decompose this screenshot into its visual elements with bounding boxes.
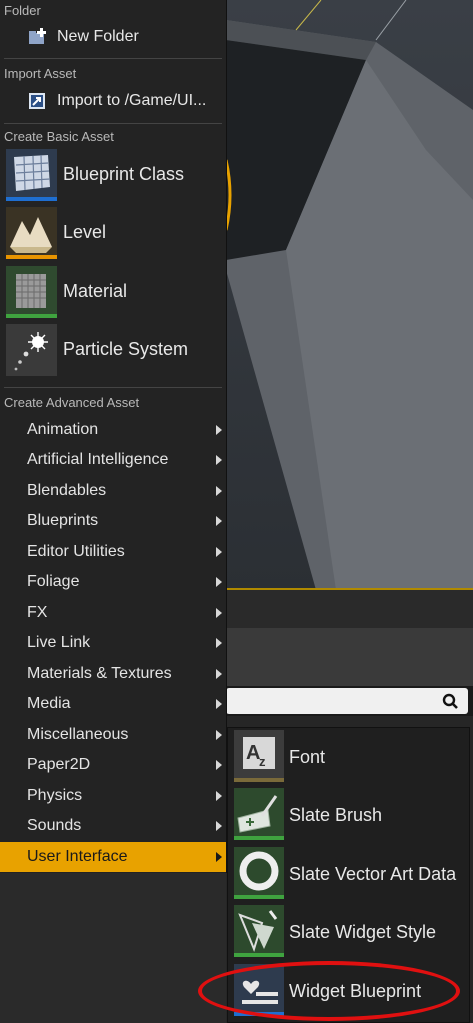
chevron-right-icon xyxy=(216,547,222,557)
submenu-label: User Interface xyxy=(27,848,128,865)
chevron-right-icon xyxy=(216,699,222,709)
level-item[interactable]: Level xyxy=(0,206,226,262)
svg-text:z: z xyxy=(259,754,266,769)
submenu-label: Blendables xyxy=(27,482,107,499)
slate-brush-icon xyxy=(234,788,284,840)
section-header-import: Import Asset xyxy=(4,66,77,81)
import-icon xyxy=(29,93,45,109)
submenu-fx[interactable]: FX xyxy=(0,598,226,628)
font-item[interactable]: A z Font xyxy=(228,728,469,786)
new-folder-label: New Folder xyxy=(57,28,139,45)
particle-system-icon xyxy=(6,324,57,376)
divider xyxy=(4,123,222,124)
add-new-context-menu: Folder New Folder Import Asset Import to… xyxy=(0,0,227,873)
submenu-blendables[interactable]: Blendables xyxy=(0,476,226,506)
chevron-right-icon xyxy=(216,608,222,618)
material-item[interactable]: Material xyxy=(0,265,226,321)
slate-brush-label: Slate Brush xyxy=(289,805,383,825)
slate-vector-art-data-item[interactable]: Slate Vector Art Data xyxy=(228,845,469,903)
submenu-blueprints[interactable]: Blueprints xyxy=(0,506,226,536)
submenu-label: Foliage xyxy=(27,573,80,590)
chevron-right-icon xyxy=(216,852,222,862)
slate-widget-style-label: Slate Widget Style xyxy=(289,922,437,942)
submenu-foliage[interactable]: Foliage xyxy=(0,567,226,597)
slate-vector-art-icon xyxy=(234,847,284,899)
submenu-label: Editor Utilities xyxy=(27,543,125,560)
level-viewport[interactable] xyxy=(226,0,473,590)
chevron-right-icon xyxy=(216,730,222,740)
submenu-label: Physics xyxy=(27,787,83,804)
level-icon xyxy=(6,207,57,259)
content-search-bar xyxy=(226,686,473,716)
submenu-media[interactable]: Media xyxy=(0,689,226,719)
divider xyxy=(4,387,222,388)
blueprint-class-item[interactable]: Blueprint Class xyxy=(0,148,226,204)
new-folder-item[interactable]: New Folder xyxy=(0,24,226,50)
chevron-right-icon xyxy=(216,425,222,435)
font-icon: A z xyxy=(234,730,284,782)
material-label: Material xyxy=(63,281,128,301)
chevron-right-icon xyxy=(216,486,222,496)
blueprint-class-icon xyxy=(6,149,57,201)
chevron-right-icon xyxy=(216,791,222,801)
submenu-label: Miscellaneous xyxy=(27,726,129,743)
submenu-label: Media xyxy=(27,695,71,712)
submenu-label: Artificial Intelligence xyxy=(27,451,169,468)
particle-system-item[interactable]: Particle System xyxy=(0,323,226,379)
submenu-label: Paper2D xyxy=(27,756,91,773)
slate-widget-style-item[interactable]: Slate Widget Style xyxy=(228,903,469,961)
chevron-right-icon xyxy=(216,455,222,465)
search-input[interactable] xyxy=(226,688,468,714)
chevron-right-icon xyxy=(216,577,222,587)
chevron-right-icon xyxy=(216,516,222,526)
submenu-sounds[interactable]: Sounds xyxy=(0,811,226,841)
material-icon xyxy=(6,266,57,318)
level-label: Level xyxy=(63,222,107,242)
submenu-artificial-intelligence[interactable]: Artificial Intelligence xyxy=(0,445,226,475)
submenu-paper2d[interactable]: Paper2D xyxy=(0,750,226,780)
chevron-right-icon xyxy=(216,821,222,831)
submenu-animation[interactable]: Animation xyxy=(0,415,226,445)
import-item[interactable]: Import to /Game/UI... xyxy=(0,88,226,114)
import-label: Import to /Game/UI... xyxy=(57,92,207,109)
toolbar-strip xyxy=(226,628,473,688)
slate-widget-style-icon xyxy=(234,905,284,957)
font-label: Font xyxy=(289,747,326,767)
submenu-miscellaneous[interactable]: Miscellaneous xyxy=(0,720,226,750)
section-header-basic: Create Basic Asset xyxy=(4,129,114,144)
slate-brush-item[interactable]: Slate Brush xyxy=(228,786,469,844)
submenu-materials-textures[interactable]: Materials & Textures xyxy=(0,659,226,689)
submenu-live-link[interactable]: Live Link xyxy=(0,628,226,658)
submenu-label: Live Link xyxy=(27,634,91,651)
submenu-user-interface[interactable]: User Interface xyxy=(0,842,226,872)
section-header-advanced: Create Advanced Asset xyxy=(4,395,140,410)
divider xyxy=(4,58,222,59)
search-icon[interactable] xyxy=(442,693,458,709)
submenu-label: FX xyxy=(27,604,48,621)
viewport-footer xyxy=(226,588,473,630)
new-folder-icon xyxy=(29,28,46,44)
submenu-physics[interactable]: Physics xyxy=(0,781,226,811)
submenu-label: Blueprints xyxy=(27,512,99,529)
slate-vector-art-label: Slate Vector Art Data xyxy=(289,864,457,884)
viewport-geometry xyxy=(226,0,473,590)
submenu-label: Sounds xyxy=(27,817,82,834)
section-header-folder: Folder xyxy=(4,3,41,18)
submenu-label: Animation xyxy=(27,421,99,438)
blueprint-class-label: Blueprint Class xyxy=(63,164,185,184)
particle-system-label: Particle System xyxy=(63,339,189,359)
chevron-right-icon xyxy=(216,669,222,679)
chevron-right-icon xyxy=(216,760,222,770)
highlight-annotation-ring xyxy=(198,961,460,1021)
chevron-right-icon xyxy=(216,638,222,648)
submenu-label: Materials & Textures xyxy=(27,665,172,682)
submenu-editor-utilities[interactable]: Editor Utilities xyxy=(0,537,226,567)
